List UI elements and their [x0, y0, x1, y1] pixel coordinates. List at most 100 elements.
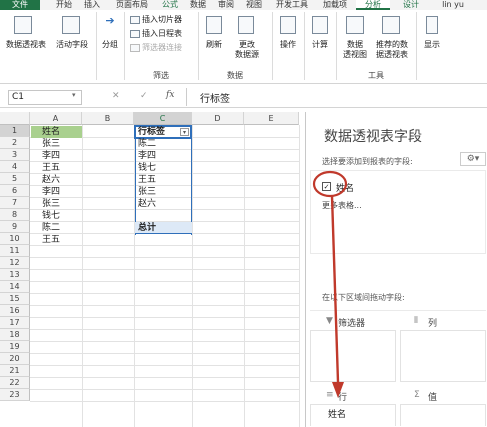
show-icon — [426, 16, 438, 34]
row-header[interactable]: 11 — [0, 245, 30, 257]
cell-a6[interactable]: 李四 — [36, 186, 60, 198]
worksheet-grid[interactable]: A B C D E 1 2 3 4 5 6 7 8 9 10 11 12 13 14 15 16 17 18 19 2… — [0, 112, 305, 427]
user-name: lin yu — [442, 0, 464, 9]
cell-a2[interactable]: 张三 — [36, 138, 60, 150]
row-header[interactable]: 22 — [0, 377, 30, 389]
cell-a5[interactable]: 赵六 — [36, 174, 60, 186]
pivot-row-item[interactable]: 王五 — [134, 174, 156, 186]
row-gridline — [30, 293, 299, 294]
column-header-e[interactable]: E — [244, 112, 299, 125]
row-header[interactable]: 14 — [0, 281, 30, 293]
row-header[interactable]: 16 — [0, 305, 30, 317]
pivottable-button[interactable]: 数据透视表 — [2, 40, 50, 50]
pivot-row-item[interactable]: 陈二 — [134, 138, 156, 150]
column-header-d[interactable]: D — [192, 112, 244, 125]
insert-timeline-button[interactable]: 插入日程表 — [142, 29, 182, 39]
show-button[interactable]: 显示 — [418, 40, 446, 50]
filters-drop-zone[interactable] — [310, 330, 396, 382]
insert-function-button[interactable]: fx — [166, 90, 174, 100]
pivot-row-item[interactable]: 李四 — [134, 150, 156, 162]
recommended-pivot-button[interactable]: 推荐的数 — [372, 40, 412, 50]
filter-connections-button[interactable]: 筛选器连接 — [142, 43, 182, 53]
active-field-button[interactable]: 活动字段 — [52, 40, 92, 50]
row-header[interactable]: 10 — [0, 233, 30, 245]
column-gridline — [192, 125, 193, 427]
tab-design[interactable]: 设计 — [396, 0, 426, 10]
insert-slicer-button[interactable]: 插入切片器 — [142, 15, 182, 25]
row-header[interactable]: 7 — [0, 197, 30, 209]
pivotchart-button-line2[interactable]: 透视图 — [338, 50, 372, 60]
field-checkbox[interactable]: ✓ — [322, 182, 331, 191]
refresh-button[interactable]: 刷新 — [200, 40, 228, 50]
column-header-c[interactable]: C — [134, 112, 192, 125]
pivot-row-labels-header[interactable]: 行标签 — [134, 126, 165, 138]
row-header[interactable]: 23 — [0, 389, 30, 401]
more-tables-link[interactable]: 更多表格... — [322, 200, 362, 211]
cell-a10[interactable]: 王五 — [36, 234, 60, 246]
row-header[interactable]: 9 — [0, 221, 30, 233]
row-header[interactable]: 1 — [0, 125, 30, 137]
recommended-pivot-button-line2[interactable]: 据透视表 — [372, 50, 412, 60]
row-header[interactable]: 5 — [0, 173, 30, 185]
tab-developer[interactable]: 开发工具 — [270, 0, 314, 10]
group-button[interactable]: 分组 — [98, 40, 122, 50]
row-header[interactable]: 19 — [0, 341, 30, 353]
enter-button[interactable]: ✓ — [140, 91, 148, 101]
calculations-button[interactable]: 计算 — [306, 40, 334, 50]
pivottable-icon — [14, 16, 32, 34]
row-header[interactable]: 20 — [0, 353, 30, 365]
row-header[interactable]: 12 — [0, 257, 30, 269]
pivotchart-button[interactable]: 数据 — [338, 40, 372, 50]
column-header-b[interactable]: B — [82, 112, 134, 125]
tab-file[interactable]: 文件 — [0, 0, 40, 10]
chevron-down-icon[interactable]: ▾ — [72, 91, 76, 99]
select-all-corner[interactable] — [0, 112, 30, 125]
pivot-row-item[interactable]: 张三 — [134, 186, 156, 198]
row-header[interactable]: 13 — [0, 269, 30, 281]
values-drop-zone[interactable] — [400, 404, 486, 426]
cell-a8[interactable]: 钱七 — [36, 210, 60, 222]
field-label-name[interactable]: 姓名 — [336, 181, 354, 194]
row-header[interactable]: 17 — [0, 317, 30, 329]
tab-analyze[interactable]: 分析 — [356, 0, 390, 10]
cell-a3[interactable]: 李四 — [36, 150, 60, 162]
actions-button[interactable]: 操作 — [274, 40, 302, 50]
columns-drop-zone[interactable] — [400, 330, 486, 382]
rows-field-item[interactable]: 姓名 — [328, 407, 346, 420]
cell-a1[interactable]: 姓名 — [36, 126, 60, 138]
row-header[interactable]: 15 — [0, 293, 30, 305]
row-gridline — [30, 245, 299, 246]
formula-input[interactable]: 行标签 — [200, 90, 230, 105]
tools-group-label: 工具 — [368, 71, 384, 80]
filter-dropdown-icon[interactable]: ▾ — [180, 128, 189, 136]
cell-a9[interactable]: 陈二 — [36, 222, 60, 234]
gear-icon[interactable]: ⚙▾ — [460, 152, 486, 166]
row-header[interactable]: 4 — [0, 161, 30, 173]
row-header[interactable]: 21 — [0, 365, 30, 377]
column-header-a[interactable]: A — [30, 112, 82, 125]
tab-insert[interactable]: 插入 — [80, 0, 104, 10]
tab-page-layout[interactable]: 页面布局 — [110, 0, 154, 10]
row-header[interactable]: 3 — [0, 149, 30, 161]
tab-addins[interactable]: 加载项 — [318, 0, 352, 10]
pivot-row-item[interactable]: 钱七 — [134, 162, 156, 174]
drag-areas-label: 在以下区域间拖动字段: — [322, 293, 405, 302]
pivot-row-item[interactable]: 赵六 — [134, 198, 156, 210]
tab-formulas[interactable]: 公式 — [158, 0, 182, 10]
rows-drop-zone[interactable] — [310, 404, 396, 426]
change-source-button[interactable]: 更改 — [230, 40, 264, 50]
row-gridline — [30, 365, 299, 366]
name-box[interactable]: C1 — [8, 90, 82, 105]
change-source-button-line2[interactable]: 数据源 — [230, 50, 264, 60]
tab-data[interactable]: 数据 — [186, 0, 210, 10]
tab-view[interactable]: 视图 — [242, 0, 266, 10]
cell-a4[interactable]: 王五 — [36, 162, 60, 174]
row-header[interactable]: 8 — [0, 209, 30, 221]
tab-review[interactable]: 审阅 — [214, 0, 238, 10]
row-header[interactable]: 6 — [0, 185, 30, 197]
cell-a7[interactable]: 张三 — [36, 198, 60, 210]
row-header[interactable]: 18 — [0, 329, 30, 341]
tab-home[interactable]: 开始 — [52, 0, 76, 10]
cancel-button[interactable]: ✕ — [112, 91, 120, 101]
row-header[interactable]: 2 — [0, 137, 30, 149]
